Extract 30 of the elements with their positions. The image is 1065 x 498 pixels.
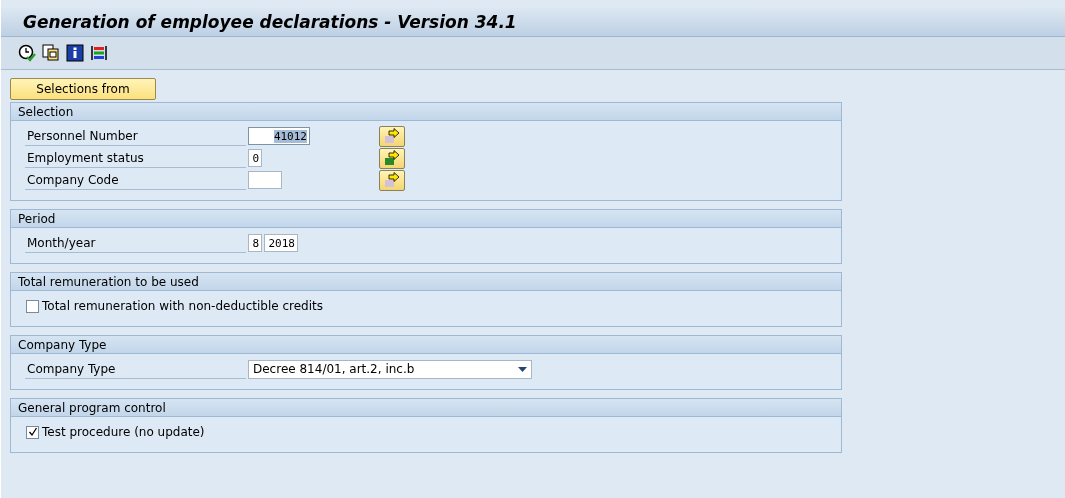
group-title: General program control <box>18 400 166 415</box>
layout-icon[interactable] <box>90 44 108 62</box>
clock-check-icon[interactable] <box>18 44 36 62</box>
selections-button[interactable]: Selections from <box>10 78 156 100</box>
field-label: Employment status <box>25 148 246 168</box>
checkbox-label: Total remuneration with non-deductible credits <box>42 299 323 313</box>
input-field[interactable] <box>248 171 282 189</box>
info-icon[interactable] <box>66 44 84 62</box>
dropdown-arrow-icon[interactable] <box>518 366 527 372</box>
input-field[interactable]: 8 <box>248 234 262 252</box>
multiple-selection-button[interactable] <box>379 125 405 147</box>
input-field[interactable]: 2018 <box>264 234 298 252</box>
checkbox[interactable] <box>26 425 39 439</box>
checkbox-label: Test procedure (no update) <box>42 425 205 439</box>
group-title: Selection <box>18 104 74 119</box>
copy-icon[interactable] <box>42 44 60 62</box>
field-label: Personnel Number <box>25 126 246 146</box>
group-title: Period <box>18 211 56 226</box>
group-title: Company Type <box>18 337 107 352</box>
group-title: Total remuneration to be used <box>18 274 199 289</box>
window-title: Generation of employee declarations - Version 34.1 <box>23 12 517 32</box>
multiple-selection-button[interactable] <box>379 147 405 169</box>
field-label: Month/year <box>25 233 246 253</box>
multiple-selection-button[interactable] <box>379 169 405 191</box>
field-label: Company Type <box>25 359 246 379</box>
input-field[interactable]: 0 <box>248 149 262 167</box>
field-label: Company Code <box>25 170 246 190</box>
dropdown[interactable]: Decree 814/01, art.2, inc.b <box>248 359 532 379</box>
input-field[interactable]: 41012 <box>248 127 310 145</box>
checkbox[interactable] <box>26 299 39 313</box>
